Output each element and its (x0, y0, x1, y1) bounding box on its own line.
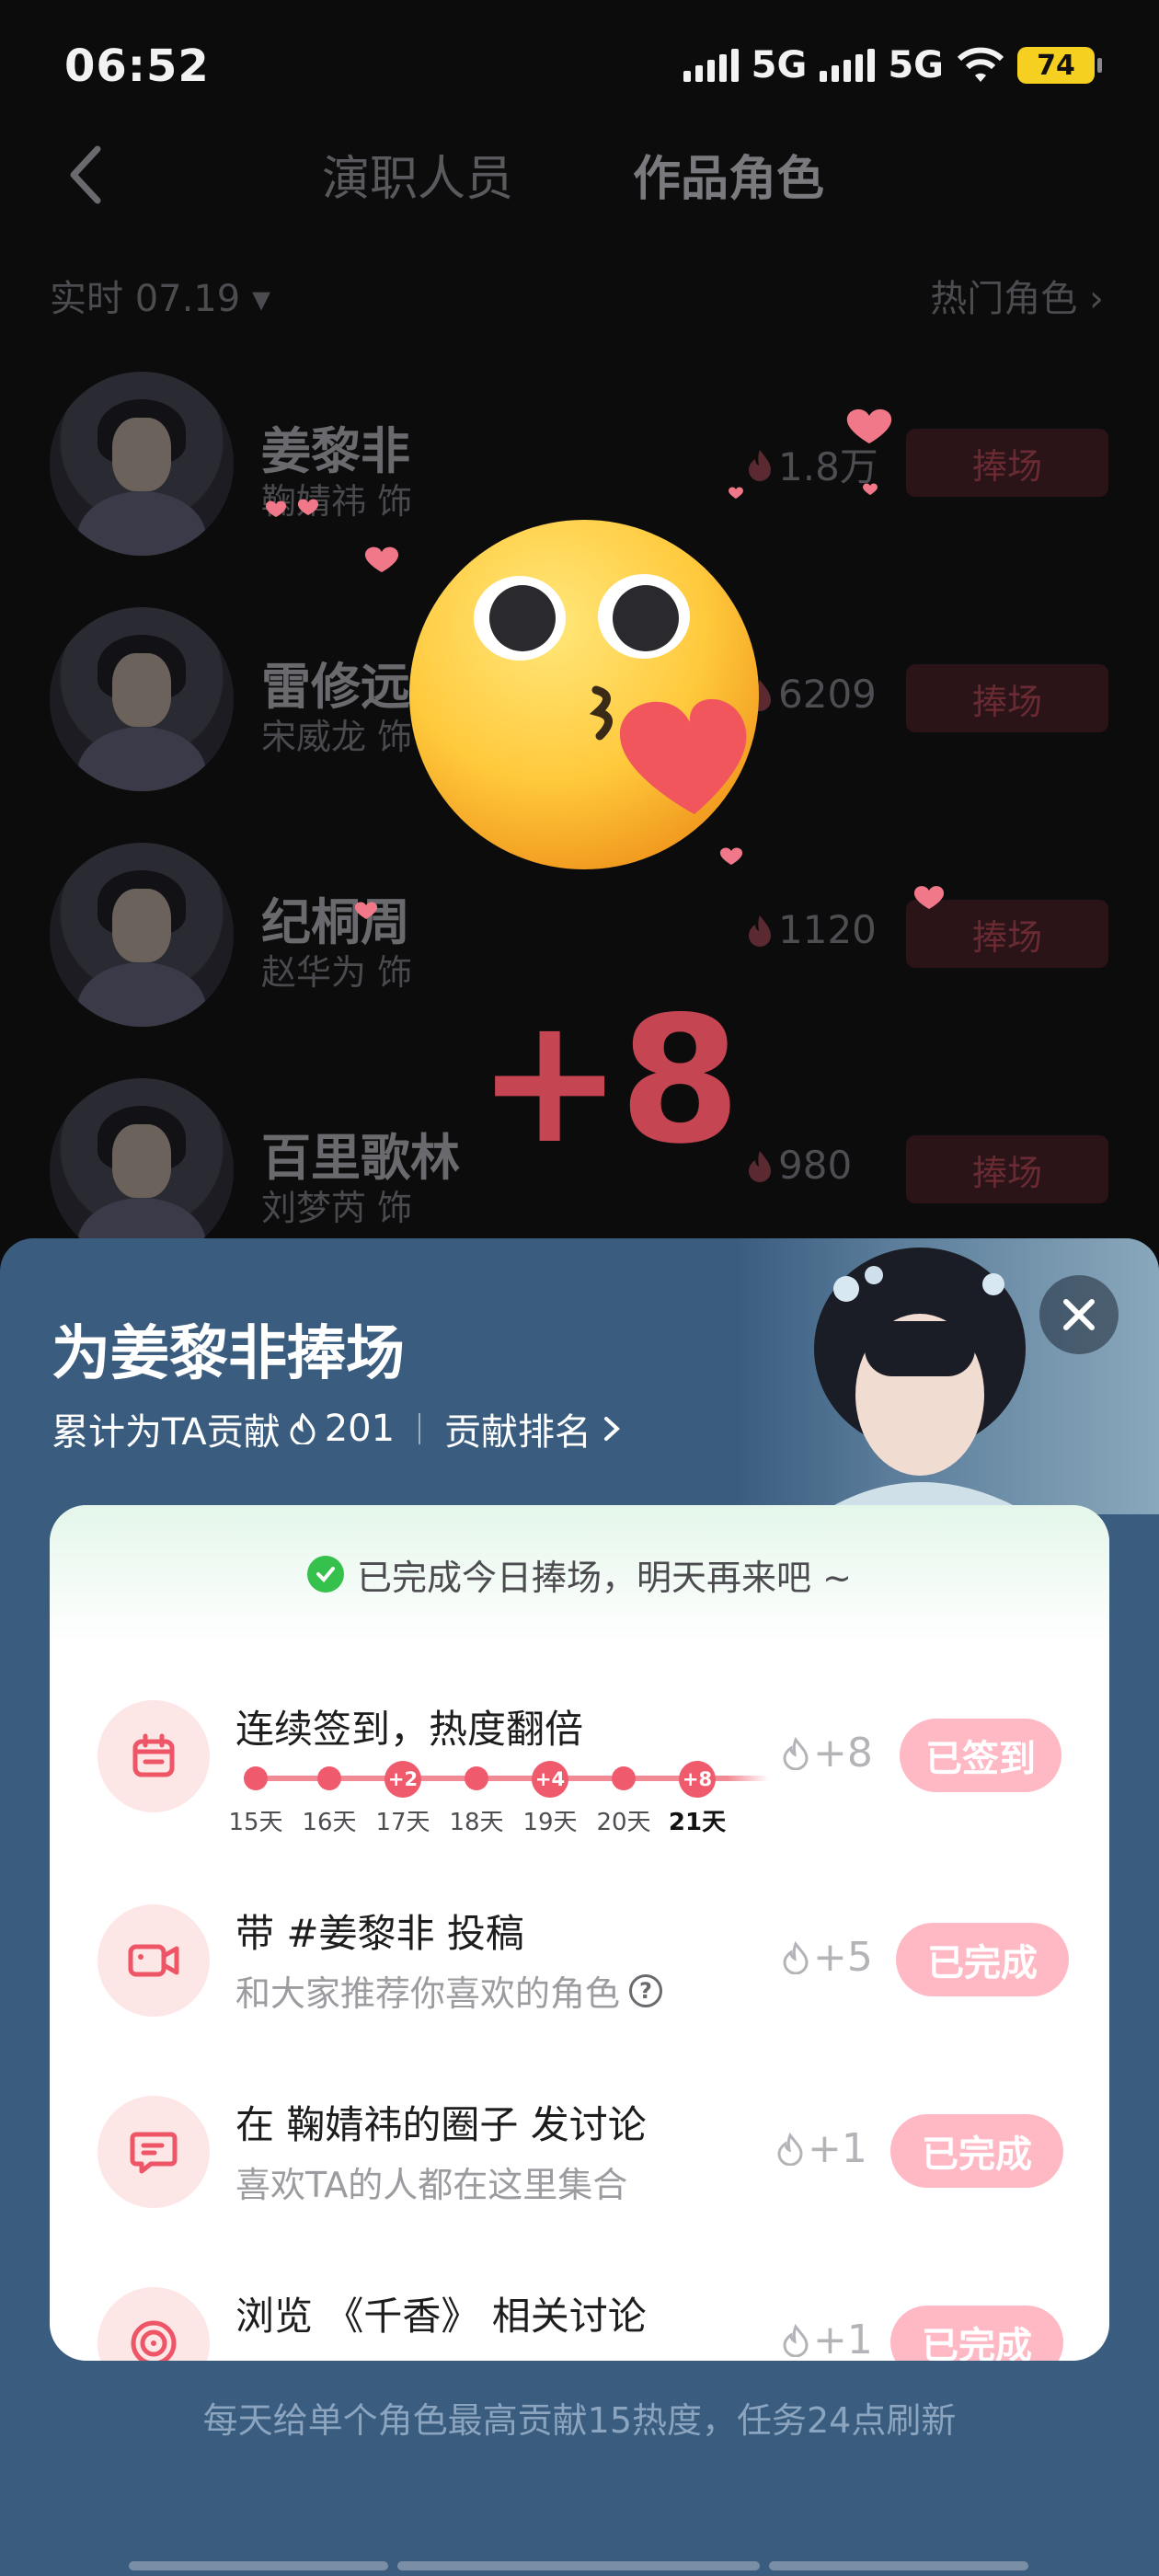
task-desc: 和大家推荐你喜欢的角色? (235, 1965, 663, 2016)
points-popup: +8 (476, 979, 740, 1182)
contribution-value: 201 (324, 1408, 396, 1450)
task-item: 在 鞠婧祎的圈子 发讨论 喜欢TA的人都在这里集合 +1 已完成 (50, 2068, 1109, 2234)
checkin-day: 20天 (587, 1754, 660, 1837)
checkin-day: +2 17天 (366, 1754, 440, 1837)
task-title: 带 #姜黎非 投稿 (235, 1911, 524, 1956)
checkin-day: +4 19天 (513, 1754, 587, 1837)
support-sheet: 为姜黎非捧场 累计为TA贡献 201 贡献排名 已完成今日捧场，明天再来吧 ~ … (0, 1238, 1159, 2576)
ranking-link[interactable]: 贡献排名 (444, 1402, 591, 1455)
help-icon[interactable]: ? (629, 1973, 663, 2007)
completed-button[interactable]: 已完成 (890, 2306, 1063, 2361)
checked-in-button[interactable]: 已签到 (900, 1719, 1061, 1792)
task-card: 已完成今日捧场，明天再来吧 ~ 连续签到，热度翻倍 15天 16天 +2 17天 … (50, 1505, 1109, 2361)
home-indicator (129, 2561, 388, 2570)
chat-bubble-icon (98, 2096, 210, 2208)
checkin-day: 16天 (293, 1754, 366, 1837)
flame-icon (783, 1736, 809, 1770)
home-indicator (397, 2561, 760, 2570)
task-title: 连续签到，热度翻倍 (235, 1707, 584, 1752)
task-item: 带 #姜黎非 投稿 和大家推荐你喜欢的角色? +5 已完成 (50, 1877, 1109, 2042)
flame-icon (783, 2323, 809, 2357)
done-notice-text: 已完成今日捧场，明天再来吧 ~ (357, 1557, 852, 1598)
flame-icon (777, 2132, 803, 2166)
done-notice: 已完成今日捧场，明天再来吧 ~ (50, 1505, 1109, 1643)
kiss-emoji-icon (409, 520, 759, 869)
video-camera-icon (98, 1904, 210, 2017)
task-reward: +8 (782, 1730, 873, 1777)
completed-button[interactable]: 已完成 (890, 2114, 1063, 2188)
footer-note: 每天给单个角色最高贡献15热度，任务24点刷新 (202, 2400, 957, 2441)
flame-icon (290, 1413, 316, 1444)
home-indicator (769, 2561, 1028, 2570)
chevron-right-icon[interactable] (601, 1413, 623, 1444)
task-reward: +1 (782, 2317, 873, 2361)
sheet-title: 为姜黎非捧场 (52, 1320, 405, 1388)
task-item: 连续签到，热度翻倍 15天 16天 +2 17天 18天 +4 19天 20天 +8… (50, 1673, 1109, 1838)
contribution-summary: 累计为TA贡献 201 贡献排名 (52, 1402, 623, 1455)
completed-button[interactable]: 已完成 (896, 1923, 1069, 1996)
task-desc: 喜欢TA的人都在这里集合 (235, 2165, 628, 2205)
checkin-day: +8 21天 (660, 1754, 734, 1837)
task-reward: +5 (782, 1934, 873, 1981)
task-title: 在 鞠婧祎的圈子 发讨论 (235, 2102, 647, 2147)
checkin-progress: 15天 16天 +2 17天 18天 +4 19天 20天 +8 21天 (228, 1754, 806, 1837)
task-item: 浏览 《千香》 相关讨论 +1 已完成 (50, 2260, 1109, 2361)
checkin-day: 15天 (219, 1754, 293, 1837)
task-title: 浏览 《千香》 相关讨论 (235, 2294, 647, 2339)
target-icon (98, 2287, 210, 2361)
close-button[interactable] (1039, 1275, 1119, 1354)
check-circle-icon (307, 1556, 345, 1593)
flame-icon (783, 1940, 809, 1974)
checkin-day: 18天 (440, 1754, 513, 1837)
contribution-label: 累计为TA贡献 (52, 1411, 281, 1454)
divider (419, 1413, 421, 1444)
calendar-icon (98, 1700, 210, 1812)
task-reward: +1 (776, 2125, 867, 2172)
close-icon (1063, 1299, 1095, 1330)
